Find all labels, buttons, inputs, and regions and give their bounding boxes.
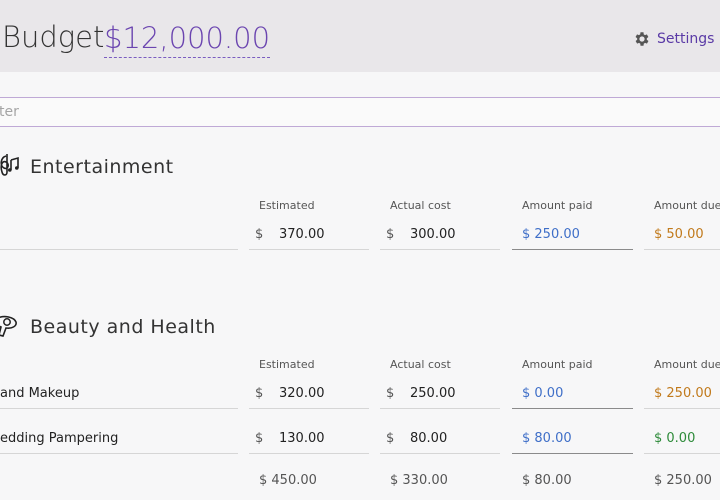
amount-paid-value: $ 80.00 xyxy=(522,430,572,446)
amount-due-value: $ 50.00 xyxy=(654,226,704,242)
currency-symbol: $ xyxy=(386,430,395,446)
section-title-beauty-and-health: Beauty and Health xyxy=(30,316,216,338)
amount-paid-field[interactable]: $ 250.00 xyxy=(512,219,633,250)
total-actual-cost: $ 330.00 xyxy=(390,473,448,488)
amount-paid-value: $ 0.00 xyxy=(522,385,564,401)
expense-name: edding Pampering xyxy=(0,430,119,446)
column-header-amount-paid: Amount paid xyxy=(522,199,593,212)
budget-amount[interactable]: $12,000.00 xyxy=(104,20,271,58)
actual-cost-value: 250.00 xyxy=(410,385,456,401)
currency-symbol: $ xyxy=(255,226,264,242)
section-title-entertainment: Entertainment xyxy=(30,156,174,178)
actual-cost-value: 300.00 xyxy=(410,226,456,242)
music-notes-icon xyxy=(0,154,19,176)
hair-dryer-icon xyxy=(0,315,17,337)
expense-name-field[interactable]: edding Pampering xyxy=(0,423,238,454)
amount-paid-value: $ 250.00 xyxy=(522,226,580,242)
amount-due-field: $ 0.00 xyxy=(644,423,720,454)
filter-input[interactable] xyxy=(0,97,720,127)
currency-symbol: $ xyxy=(386,385,395,401)
estimated-field[interactable]: $ 370.00 xyxy=(249,219,369,250)
actual-cost-field[interactable]: $ 300.00 xyxy=(380,219,500,250)
expense-name-field[interactable] xyxy=(0,219,238,250)
settings-button[interactable]: Settings xyxy=(633,28,714,50)
amount-paid-field[interactable]: $ 80.00 xyxy=(512,423,633,454)
gear-icon xyxy=(635,32,649,46)
column-header-amount-due: Amount due xyxy=(654,199,720,212)
expense-name-field[interactable]: and Makeup xyxy=(0,378,238,409)
actual-cost-value: 80.00 xyxy=(410,430,448,446)
expense-name: and Makeup xyxy=(0,385,80,401)
settings-label: Settings xyxy=(657,31,715,47)
column-header-estimated: Estimated xyxy=(259,199,315,212)
total-amount-due: $ 250.00 xyxy=(654,473,712,488)
column-header-amount-paid: Amount paid xyxy=(522,358,593,371)
estimated-value: 130.00 xyxy=(279,430,325,446)
amount-due-value: $ 0.00 xyxy=(654,430,696,446)
currency-symbol: $ xyxy=(255,385,264,401)
currency-symbol: $ xyxy=(255,430,264,446)
actual-cost-field[interactable]: $ 250.00 xyxy=(380,378,500,409)
column-header-estimated: Estimated xyxy=(259,358,315,371)
column-header-actual-cost: Actual cost xyxy=(390,358,451,371)
page-header: Budget $12,000.00 Settings xyxy=(0,0,720,72)
page-title: Budget xyxy=(2,20,105,54)
currency-symbol: $ xyxy=(386,226,395,242)
estimated-field[interactable]: $ 320.00 xyxy=(249,378,369,409)
actual-cost-field[interactable]: $ 80.00 xyxy=(380,423,500,454)
estimated-value: 370.00 xyxy=(279,226,325,242)
column-header-actual-cost: Actual cost xyxy=(390,199,451,212)
amount-paid-field[interactable]: $ 0.00 xyxy=(512,378,633,409)
total-amount-paid: $ 80.00 xyxy=(522,473,572,488)
estimated-value: 320.00 xyxy=(279,385,325,401)
amount-due-value: $ 250.00 xyxy=(654,385,712,401)
total-estimated: $ 450.00 xyxy=(259,473,317,488)
amount-due-field: $ 250.00 xyxy=(644,378,720,409)
amount-due-field: $ 50.00 xyxy=(644,219,720,250)
estimated-field[interactable]: $ 130.00 xyxy=(249,423,369,454)
column-header-amount-due: Amount due xyxy=(654,358,720,371)
